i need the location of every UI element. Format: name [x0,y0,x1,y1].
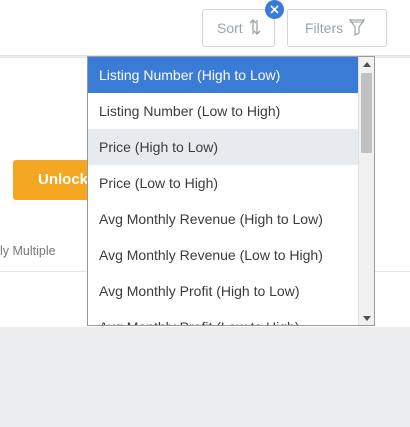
multiple-label: ly Multiple [0,244,56,258]
sort-dropdown[interactable]: Listing Number (High to Low) Listing Num… [87,56,375,326]
filters-button[interactable]: Filters [287,9,387,47]
sort-options-list: Listing Number (High to Low) Listing Num… [88,57,358,325]
sort-option[interactable]: Price (Low to High) [88,165,358,201]
sort-option[interactable]: Avg Monthly Profit (High to Low) [88,273,358,309]
dropdown-scrollbar[interactable] [358,57,374,325]
sort-option[interactable]: Avg Monthly Profit (Low to High) [88,309,358,325]
sort-button-label: Sort [217,20,243,36]
sort-arrows-icon [249,18,261,39]
sort-option[interactable]: Listing Number (High to Low) [88,57,358,93]
scroll-up-arrow-icon[interactable] [359,57,374,71]
sort-option[interactable]: Avg Monthly Revenue (Low to High) [88,237,358,273]
funnel-icon [348,18,366,39]
sort-option[interactable]: Price (High to Low) [88,129,358,165]
filters-button-label: Filters [305,20,344,36]
sort-option[interactable]: Avg Monthly Revenue (High to Low) [88,201,358,237]
scrollbar-thumb[interactable] [361,73,372,153]
sort-button[interactable]: Sort [202,9,275,47]
sort-option[interactable]: Listing Number (Low to High) [88,93,358,129]
scroll-down-arrow-icon[interactable] [359,311,374,325]
close-icon [270,1,279,19]
clear-sort-button[interactable] [265,0,284,19]
